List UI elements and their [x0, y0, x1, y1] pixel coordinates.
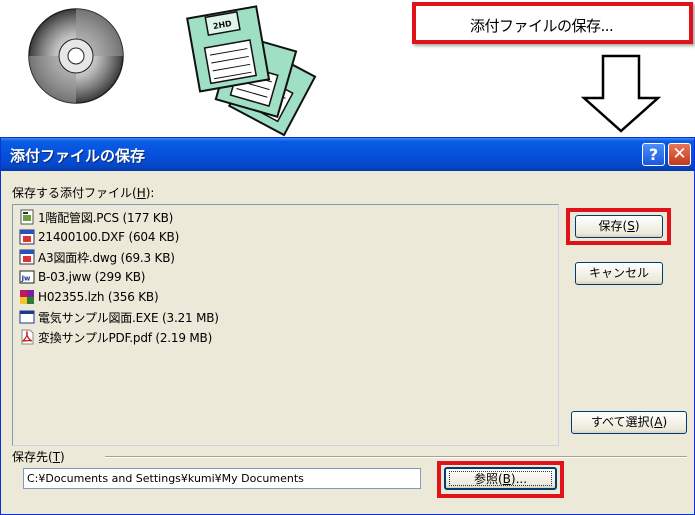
- pdf-file-icon: [21, 329, 34, 345]
- svg-text:Jw: Jw: [21, 275, 31, 283]
- close-button[interactable]: ✕: [668, 143, 691, 166]
- help-button[interactable]: ?: [642, 143, 665, 166]
- destination-label: 保存先(T): [12, 450, 65, 464]
- browse-button[interactable]: 参照(B)...: [444, 467, 557, 490]
- save-attachments-dialog: 添付ファイルの保存 ? ✕ 保存する添付ファイル(H): 1階配管図.PCS (…: [0, 137, 695, 515]
- save-button[interactable]: 保存(S): [575, 215, 663, 238]
- list-item[interactable]: Jw B-03.jww (299 KB): [19, 267, 145, 287]
- destination-divider: [105, 456, 687, 458]
- jww-file-icon: Jw: [19, 270, 35, 284]
- list-item[interactable]: 電気サンプル図面.EXE (3.21 MB): [19, 307, 219, 327]
- exe-window-icon: [19, 310, 35, 324]
- dialog-title: 添付ファイルの保存: [10, 147, 146, 165]
- list-item[interactable]: A3図面枠.dwg (69.3 KB): [19, 247, 175, 267]
- list-item[interactable]: 1階配管図.PCS (177 KB): [19, 207, 173, 227]
- destination-path-input[interactable]: C:¥Documents and Settings¥kumi¥My Docume…: [23, 468, 421, 489]
- menu-item-label: 添付ファイルの保存...: [470, 17, 614, 35]
- save-attachments-menu-item[interactable]: 添付ファイルの保存...: [412, 2, 693, 44]
- dwg-file-icon: [19, 249, 35, 265]
- list-item[interactable]: 21400100.DXF (604 KB): [19, 227, 179, 247]
- dxf-file-icon: [19, 229, 35, 245]
- list-item[interactable]: H02355.lzh (356 KB): [19, 287, 159, 307]
- floppy-disks-icon: 2HD: [186, 5, 317, 137]
- lzh-archive-icon: [20, 290, 34, 304]
- cancel-button[interactable]: キャンセル: [575, 262, 663, 285]
- select-all-button[interactable]: すべて選択(A): [571, 411, 687, 434]
- dialog-titlebar[interactable]: 添付ファイルの保存 ? ✕: [1, 138, 694, 171]
- focus-ring: [449, 471, 552, 486]
- attachment-list[interactable]: 1階配管図.PCS (177 KB) 21400100.DXF (604 KB)…: [12, 204, 559, 446]
- list-item[interactable]: 変換サンプルPDF.pdf (2.19 MB): [19, 327, 212, 347]
- cd-rom-icon: [28, 8, 124, 104]
- files-label: 保存する添付ファイル(H):: [12, 186, 155, 200]
- down-arrow-icon: [581, 54, 661, 133]
- pcs-file-icon: [20, 209, 34, 225]
